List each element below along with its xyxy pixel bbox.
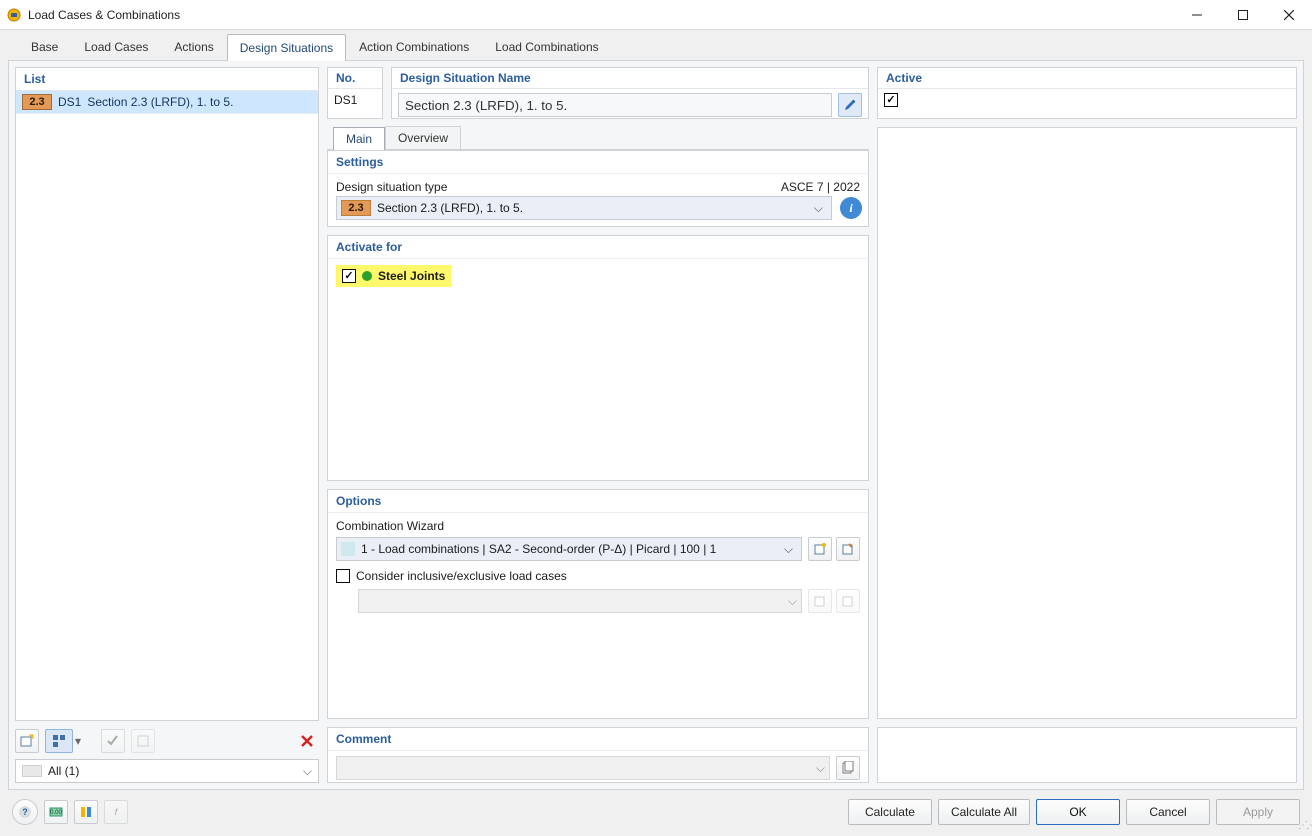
type-badge: 2.3 [341,200,371,216]
status-dot-icon [362,271,372,281]
settings-group: Settings Design situation type ASCE 7 | … [327,150,869,227]
svg-text:0.00: 0.00 [50,810,62,816]
activate-item-label: Steel Joints [378,269,445,283]
list-item[interactable]: 2.3 DS1 Section 2.3 (LRFD), 1. to 5. [16,91,318,114]
list-item-text: Section 2.3 (LRFD), 1. to 5. [87,95,233,109]
comment-header: Comment [328,728,868,751]
new-item-button[interactable] [15,729,39,753]
no-value: DS1 [334,93,357,107]
details-button[interactable] [74,800,98,824]
incl-excl-edit-button [836,589,860,613]
info-button[interactable]: i [840,197,862,219]
resize-grip-icon[interactable]: ⋰⋰ [1298,822,1310,834]
chevron-down-icon: ⌵ [303,764,312,779]
main-tabs: Base Load Cases Actions Design Situation… [2,32,1310,60]
delete-button[interactable] [295,729,319,753]
subtabs: Main Overview [327,127,869,149]
subtab-main[interactable]: Main [333,127,385,150]
combination-wizard-select[interactable]: 1 - Load combinations | SA2 - Second-ord… [336,537,802,561]
activate-group: Activate for Steel Joints [327,235,869,481]
svg-text:?: ? [22,807,28,817]
help-button[interactable]: ? [12,799,38,825]
window-controls [1174,0,1312,29]
tab-actions[interactable]: Actions [161,33,226,60]
tab-base[interactable]: Base [18,33,71,60]
preview-spacer [877,727,1297,783]
settings-standard: ASCE 7 | 2022 [781,180,860,194]
svg-text:f: f [115,807,119,817]
wizard-new-button[interactable] [808,537,832,561]
units-button[interactable]: 0.00 [44,800,68,824]
filter-swatch-icon [22,765,42,777]
details-panel: No. DS1 Design Situation Name Ac [327,67,1297,783]
incl-excl-label: Consider inclusive/exclusive load cases [356,569,567,583]
subtab-overview[interactable]: Overview [385,126,461,149]
settings-type-label: Design situation type [336,180,447,194]
maximize-button[interactable] [1220,0,1266,29]
active-box: Active [877,67,1297,119]
work-area: List 2.3 DS1 Section 2.3 (LRFD), 1. to 5… [8,60,1304,790]
comment-select[interactable]: ⌵ [336,756,830,780]
window-title: Load Cases & Combinations [28,8,180,22]
combination-wizard-label: Combination Wizard [336,519,860,533]
preview-pane [877,127,1297,719]
ok-button[interactable]: OK [1036,799,1120,825]
tab-load-cases[interactable]: Load Cases [71,33,161,60]
active-header: Active [878,68,1296,89]
client-area: Base Load Cases Actions Design Situation… [0,30,1312,836]
list-header: List [15,67,319,91]
close-button[interactable] [1266,0,1312,29]
no-box: No. DS1 [327,67,383,119]
titlebar: Load Cases & Combinations [0,0,1312,30]
activate-checkbox[interactable] [342,269,356,283]
options-group: Options Combination Wizard 1 - Load comb… [327,489,869,719]
options-header: Options [328,490,868,513]
function-button[interactable]: f [104,800,128,824]
uncheck-toggle-button[interactable] [131,729,155,753]
name-box: Design Situation Name [391,67,869,119]
chevron-down-icon: ⌵ [812,761,829,776]
name-input[interactable] [398,93,832,117]
tab-load-combinations[interactable]: Load Combinations [482,33,611,60]
list-item-badge: 2.3 [22,94,52,110]
tab-action-combinations[interactable]: Action Combinations [346,33,482,60]
no-header: No. [328,68,382,89]
design-situation-type-select[interactable]: 2.3 Section 2.3 (LRFD), 1. to 5. ⌵ [336,196,832,220]
list-toolbar: ▾ [15,725,319,757]
calculate-all-button[interactable]: Calculate All [938,799,1030,825]
list-filter-text: All (1) [48,764,79,778]
wizard-swatch-icon [341,542,355,556]
chevron-down-icon: ⌵ [810,201,827,216]
active-checkbox[interactable] [884,93,898,107]
check-toggle-button[interactable] [101,729,125,753]
app-icon [6,7,22,23]
activate-item[interactable]: Steel Joints [336,265,451,287]
list-item-id: DS1 [58,95,81,109]
comment-group: Comment ⌵ [327,727,869,783]
calculate-button[interactable]: Calculate [848,799,932,825]
wizard-edit-button[interactable] [836,537,860,561]
comment-library-button[interactable] [836,756,860,780]
chevron-down-icon: ⌵ [784,594,801,609]
incl-excl-checkbox[interactable] [336,569,350,583]
incl-excl-new-button [808,589,832,613]
settings-header: Settings [328,151,868,174]
incl-excl-select: ⌵ [358,589,802,613]
cancel-button[interactable]: Cancel [1126,799,1210,825]
activate-header: Activate for [328,236,868,259]
list-body: 2.3 DS1 Section 2.3 (LRFD), 1. to 5. [15,91,319,721]
combination-wizard-value: 1 - Load combinations | SA2 - Second-ord… [361,542,716,556]
apply-button: Apply [1216,799,1300,825]
tab-design-situations[interactable]: Design Situations [227,34,346,61]
type-text: Section 2.3 (LRFD), 1. to 5. [377,201,523,215]
minimize-button[interactable] [1174,0,1220,29]
list-panel: List 2.3 DS1 Section 2.3 (LRFD), 1. to 5… [15,67,319,783]
rename-button[interactable] [838,93,862,117]
name-header: Design Situation Name [392,68,868,89]
chevron-down-icon: ⌵ [780,542,797,557]
view-mode-button[interactable] [45,729,73,753]
footer: ? 0.00 f Calculate Calculate All OK Canc… [2,790,1310,834]
list-filter[interactable]: All (1) ⌵ [15,759,319,783]
